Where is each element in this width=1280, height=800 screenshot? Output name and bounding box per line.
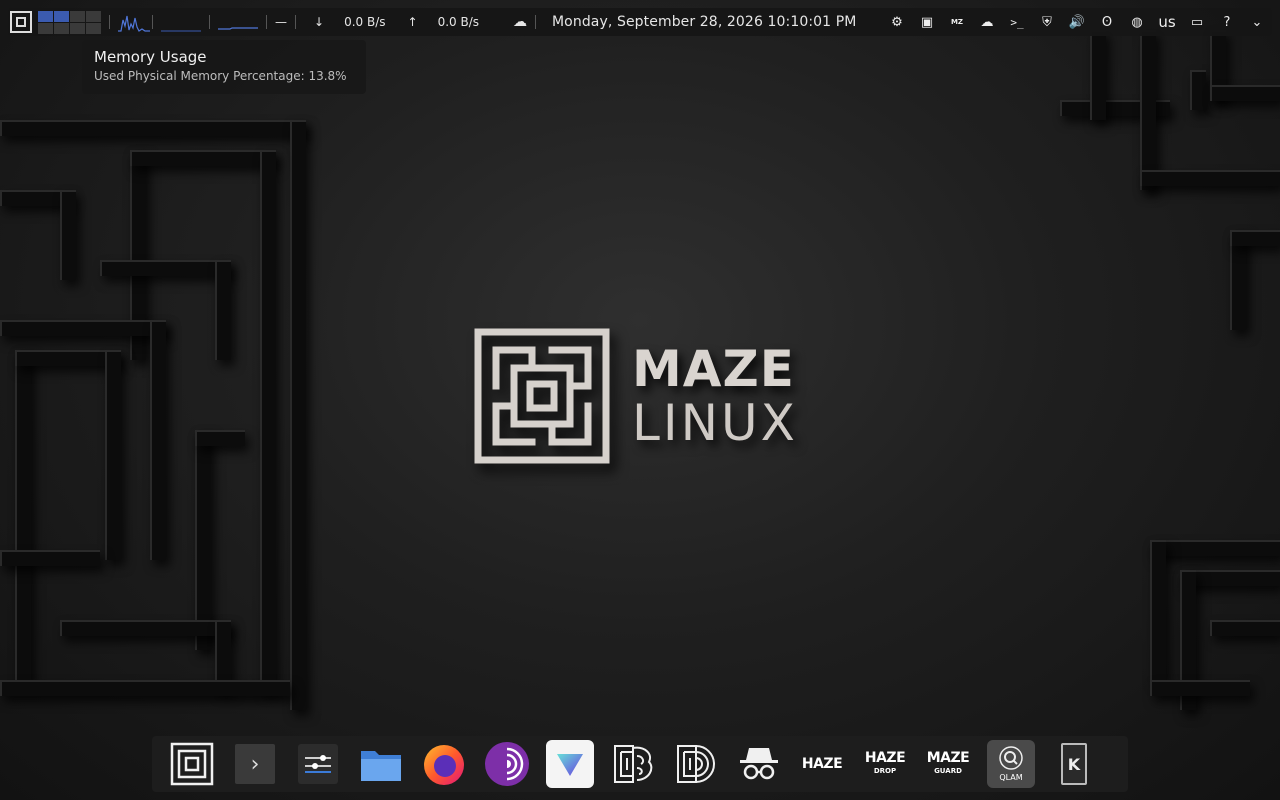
desktop-5[interactable] — [38, 22, 53, 34]
desktop-1[interactable] — [38, 10, 53, 22]
shield-alert-icon[interactable]: ⛨ — [1038, 13, 1056, 31]
top-panel: — ↓ 0.0 B/s ↑ 0.0 B/s ☁ Monday, Septembe… — [8, 8, 1272, 36]
network-dash-icon: — — [275, 15, 287, 29]
wallpaper-maze-right-bottom — [1150, 540, 1280, 770]
weather-cloudy-night-icon[interactable]: ☁ — [513, 14, 527, 30]
chevron-right-icon: › — [250, 751, 260, 777]
download-arrow-icon: ↓ — [314, 15, 325, 29]
folder-icon — [361, 751, 401, 781]
system-tray: ⚙ ▣ MZ ☁ >_ ⛨ 🔊 ʘ ◍ us ▭ ? ⌄ — [888, 13, 1266, 31]
qlam-label: QLAM — [999, 772, 1023, 782]
desktop-7[interactable] — [70, 22, 85, 34]
separator — [152, 15, 153, 29]
separator — [266, 15, 267, 29]
swap-usage-graph[interactable] — [161, 12, 201, 32]
incognito-icon — [740, 748, 778, 780]
dock-maze-scanner[interactable] — [672, 740, 720, 788]
desktop-2[interactable] — [54, 10, 69, 22]
brand-wordmark: MAZE LINUX — [632, 342, 798, 450]
separator — [295, 15, 296, 29]
dock-maze-launcher[interactable] — [168, 740, 216, 788]
upload-speed: 0.0 B/s — [437, 15, 479, 29]
volume-icon[interactable]: 🔊 — [1068, 13, 1086, 31]
wallpaper-maze-right-top — [1060, 30, 1280, 330]
network-speed[interactable]: ↓ 0.0 B/s ↑ 0.0 B/s — [314, 15, 479, 29]
dock-terminal[interactable]: › — [235, 744, 275, 784]
terminal-icon[interactable]: >_ — [1008, 13, 1026, 31]
dock-kleopatra[interactable]: K — [1050, 740, 1098, 788]
dock-maze-guard[interactable]: MAZE GUARD — [924, 740, 972, 788]
dock-haze[interactable]: HAZE — [798, 740, 846, 788]
dock-system-settings[interactable] — [298, 744, 338, 784]
dock-qlam[interactable]: QLAM — [987, 740, 1035, 788]
maze-menu-icon[interactable] — [10, 11, 32, 33]
maze-guard-tray-icon[interactable]: MZ — [948, 13, 966, 31]
kde-connect-icon[interactable]: ⚙ — [888, 13, 906, 31]
dock: › HAZE HAZE DROP MAZE GUARD QLAM K — [152, 736, 1128, 792]
maze-radar-icon — [677, 745, 715, 783]
haze-label: HAZE — [801, 756, 843, 772]
separator — [209, 15, 210, 29]
display-icon[interactable]: ▭ — [1188, 13, 1206, 31]
maze-logo-icon — [170, 742, 214, 786]
memory-usage-graph[interactable] — [218, 12, 258, 32]
sliders-icon — [305, 755, 331, 773]
desktop-8[interactable] — [86, 22, 101, 34]
brand-line-1: MAZE — [632, 340, 795, 398]
chevron-down-icon[interactable]: ⌄ — [1248, 13, 1266, 31]
firefox-icon — [424, 745, 464, 785]
memory-usage-tooltip: Memory Usage Used Physical Memory Percen… — [82, 40, 366, 94]
dock-maze-ai[interactable] — [609, 740, 657, 788]
brand-line-2: LINUX — [632, 394, 798, 452]
wallpaper-maze-left — [0, 100, 320, 720]
maze-brain-icon — [614, 745, 653, 783]
desktop-4[interactable] — [86, 10, 101, 22]
dock-incognito[interactable] — [735, 740, 783, 788]
virtual-desktop-pager[interactable] — [38, 10, 101, 34]
tooltip-title: Memory Usage — [94, 48, 207, 66]
maze-logo-icon — [474, 328, 610, 464]
separator — [535, 15, 536, 29]
haze-drop-line-1: HAZE — [864, 749, 906, 766]
separator — [109, 15, 110, 29]
help-icon[interactable]: ? — [1218, 13, 1236, 31]
maze-linux-logo: MAZE LINUX — [474, 328, 798, 464]
vpn-triangle-icon — [557, 754, 583, 776]
tooltip-body: Used Physical Memory Percentage: 13.8% — [94, 69, 347, 83]
desktop-6[interactable] — [54, 22, 69, 34]
dock-haze-drop[interactable]: HAZE DROP — [861, 740, 909, 788]
keyboard-layout[interactable]: us — [1158, 13, 1176, 31]
cpu-usage-graph[interactable] — [118, 12, 150, 32]
kleopatra-icon: K — [1061, 743, 1087, 785]
network-globe-icon[interactable]: ◍ — [1128, 13, 1146, 31]
dock-tor-browser[interactable] — [483, 740, 531, 788]
clock[interactable]: Monday, September 28, 2026 10:10:01 PM — [552, 14, 856, 30]
qlam-search-icon — [999, 745, 1023, 770]
dock-file-manager[interactable] — [357, 740, 405, 788]
cloud-sync-icon[interactable]: ☁ — [978, 13, 996, 31]
upload-arrow-icon: ↑ — [407, 15, 418, 29]
dock-firefox[interactable] — [420, 740, 468, 788]
screencast-icon[interactable]: ▣ — [918, 13, 936, 31]
dock-protonvpn[interactable] — [546, 740, 594, 788]
maze-guard-line-2: GUARD — [934, 766, 962, 775]
bluetooth-icon[interactable]: ʘ — [1098, 13, 1116, 31]
maze-guard-line-1: MAZE — [926, 749, 970, 766]
tor-onion-icon — [485, 742, 529, 786]
haze-drop-line-2: DROP — [873, 766, 897, 775]
desktop-3[interactable] — [70, 10, 85, 22]
download-speed: 0.0 B/s — [344, 15, 386, 29]
